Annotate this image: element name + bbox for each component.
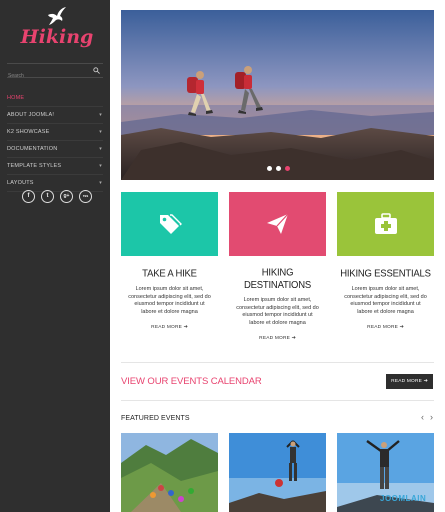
rss-icon[interactable]: rss: [79, 190, 92, 203]
logo-text: Hiking: [20, 26, 94, 48]
tag-icon: [160, 214, 182, 234]
slider-dot-active[interactable]: [285, 166, 290, 171]
event-image: [121, 433, 218, 512]
hummingbird-icon: [48, 7, 66, 25]
main-content: TAKE A HIKE Lorem ipsum dolor sit amet, …: [110, 0, 445, 512]
read-more-link[interactable]: READ MORE ➔: [229, 336, 326, 341]
main-menu: HOME ABOUT JOOMLA! ▾ K2 SHOWCASE ▾ DOCUMEN…: [7, 90, 103, 192]
hero-slider[interactable]: [121, 10, 434, 180]
site-logo[interactable]: Hiking: [20, 6, 94, 52]
event-thumbnail[interactable]: [121, 433, 218, 512]
arrow-right-icon: ➔: [399, 325, 404, 331]
chevron-down-icon: ▾: [99, 112, 102, 118]
paper-plane-icon: [267, 213, 289, 234]
slider-dot[interactable]: [276, 166, 281, 171]
feature-card: HIKING DESTINATIONS Lorem ipsum dolor si…: [229, 192, 326, 341]
search-box: [7, 63, 103, 83]
first-aid-kit-icon: [375, 213, 397, 234]
hero-image: [121, 10, 434, 180]
feature-text: Lorem ipsum dolor sit amet, consectetur …: [236, 297, 319, 326]
feature-text: Lorem ipsum dolor sit amet, consectetur …: [344, 286, 427, 315]
arrow-right-icon: ➔: [291, 336, 296, 342]
feature-text: Lorem ipsum dolor sit amet, consectetur …: [128, 286, 211, 315]
facebook-icon[interactable]: f: [22, 190, 35, 203]
feature-title: HIKING DESTINATIONS: [243, 266, 312, 292]
featured-events-heading: FEATURED EVENTS: [121, 415, 190, 422]
read-more-link[interactable]: READ MORE ➔: [337, 325, 434, 330]
feature-card: HIKING ESSENTIALS Lorem ipsum dolor sit …: [337, 192, 434, 330]
menu-item-template-styles[interactable]: TEMPLATE STYLES ▾: [7, 158, 103, 175]
features-section: TAKE A HIKE Lorem ipsum dolor sit amet, …: [121, 192, 434, 352]
arrow-right-icon: ➔: [423, 379, 428, 384]
chevron-down-icon: ▾: [99, 129, 102, 135]
twitter-icon[interactable]: t: [41, 190, 54, 203]
slider-dot[interactable]: [267, 166, 272, 171]
read-more-link[interactable]: READ MORE ➔: [121, 325, 218, 330]
menu-item-k2-showcase[interactable]: K2 SHOWCASE ▾: [7, 124, 103, 141]
event-thumbnail[interactable]: [229, 433, 326, 512]
feature-tile[interactable]: [337, 192, 434, 256]
chevron-down-icon: ▾: [99, 180, 102, 186]
feature-title: HIKING ESSENTIALS: [340, 267, 431, 280]
search-input[interactable]: [7, 69, 87, 83]
feature-tile[interactable]: [121, 192, 218, 256]
slider-pagination: [267, 166, 290, 171]
social-links: f t g+ rss: [22, 190, 92, 204]
watermark: JOOMLAIN: [380, 494, 427, 503]
feature-card: TAKE A HIKE Lorem ipsum dolor sit amet, …: [121, 192, 218, 330]
divider: [121, 400, 434, 401]
menu-item-documentation[interactable]: DOCUMENTATION ▾: [7, 141, 103, 158]
chevron-left-icon[interactable]: ‹: [421, 412, 424, 422]
chevron-right-icon[interactable]: ›: [430, 412, 433, 422]
events-calendar-heading: VIEW OUR EVENTS CALENDAR: [121, 376, 262, 387]
sidebar: Hiking HOME ABOUT JOOMLA!▾ K2 SHOWCASE▾ …: [0, 0, 110, 512]
arrow-right-icon: ➔: [183, 325, 188, 331]
feature-title: TAKE A HIKE: [142, 267, 197, 280]
event-image: [229, 433, 326, 512]
google-plus-icon[interactable]: g+: [60, 190, 73, 203]
chevron-down-icon: ▾: [99, 163, 102, 169]
menu-item-about-joomla[interactable]: ABOUT JOOMLA! ▾: [7, 107, 103, 124]
menu-item-home[interactable]: HOME: [7, 90, 103, 107]
divider: [121, 362, 434, 363]
search-icon[interactable]: [93, 67, 100, 74]
events-read-more-button[interactable]: READ MORE ➔: [386, 374, 433, 389]
feature-tile[interactable]: [229, 192, 326, 256]
chevron-down-icon: ▾: [99, 146, 102, 152]
